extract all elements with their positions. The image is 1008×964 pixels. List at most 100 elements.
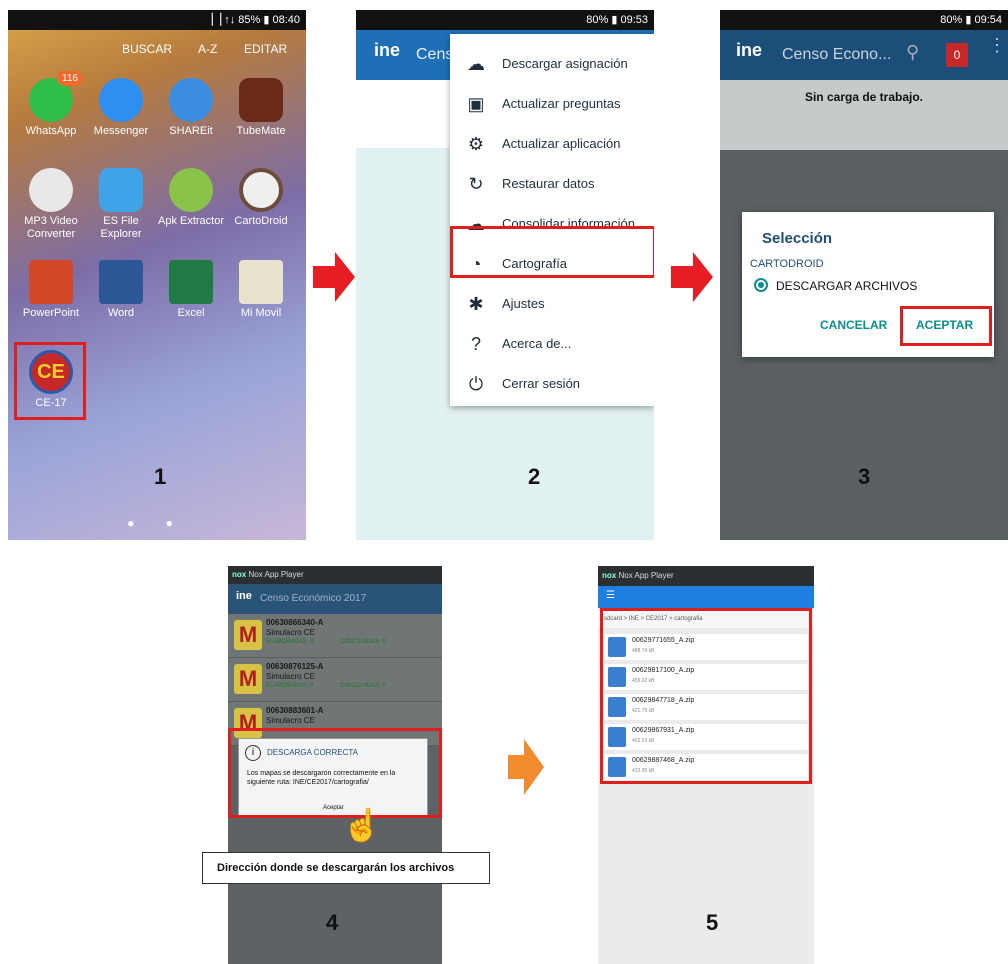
status-bar: 80% ▮ 09:53 — [356, 10, 654, 30]
step-number: 3 — [858, 464, 871, 489]
apk-extractor-icon — [169, 168, 213, 212]
tubemate-icon — [239, 78, 283, 122]
search-icon[interactable]: ⚲ — [906, 42, 919, 63]
app-messenger[interactable]: Messenger — [85, 78, 157, 138]
home-screen-panel: ▕▕ ↑↓ 85% ▮ 08:40 BUSCAR A-Z EDITAR 116 … — [8, 10, 306, 540]
arrow-right-icon — [508, 739, 544, 795]
word-icon — [99, 260, 143, 304]
dialog-subtitle: CARTODROID — [750, 258, 824, 270]
window-title: Nox App Player — [618, 571, 674, 580]
app-label: TubeMate — [236, 125, 286, 137]
menu-item-ajustes[interactable]: ✱ Ajustes — [450, 284, 654, 324]
menu-item-restaurar-datos[interactable]: ↻ Restaurar datos — [450, 164, 654, 204]
app-bar: ine Censo Económico 2017 — [228, 584, 442, 614]
step-number: 4 — [326, 910, 339, 935]
app-label: CartoDroid — [234, 215, 288, 227]
excel-icon — [169, 260, 213, 304]
app-label: Excel — [177, 307, 205, 319]
app-label: MP3 Video Converter — [24, 215, 78, 240]
app-powerpoint[interactable]: PowerPoint — [15, 260, 87, 320]
app-bar: ine Censo Econo... ⚲ 0 ⋮ — [720, 30, 1008, 80]
download-confirmation-panel: nox Nox App Player ine Censo Económico 2… — [228, 566, 442, 964]
app-mp3-converter[interactable]: MP3 Video Converter — [15, 168, 87, 241]
page-indicator-dots: ● ● — [127, 516, 187, 530]
sort-az-button[interactable]: A-Z — [198, 42, 217, 56]
pointing-hand-icon: ☝ — [342, 807, 382, 843]
search-button[interactable]: BUSCAR — [122, 42, 172, 56]
power-icon: ⏻ — [468, 374, 484, 394]
app-whatsapp[interactable]: 116 WhatsApp — [15, 71, 87, 138]
content-header: Sin carga de trabajo. — [720, 80, 1008, 150]
arrow-right-icon — [313, 252, 355, 302]
empty-message: Sin carga de trabajo. — [804, 90, 924, 104]
menu-item-actualizar-preguntas[interactable]: ▣ Actualizar preguntas — [450, 84, 654, 124]
status-bar: 80% ▮ 09:54 — [720, 10, 1008, 30]
mp3-converter-icon — [29, 168, 73, 212]
highlight-file-list — [600, 608, 812, 784]
menu-item-cerrar-sesion[interactable]: ⏻ Cerrar sesión — [450, 364, 654, 404]
list-item[interactable]: M 00630876125-A Simulacro CE ELABORADAS: … — [228, 658, 442, 702]
arrow-right-icon — [671, 252, 713, 302]
edit-button[interactable]: EDITAR — [244, 42, 287, 56]
step-number: 5 — [706, 910, 719, 935]
android-update-icon: ⚙ — [467, 134, 485, 154]
app-es-file-explorer[interactable]: ES File Explorer — [85, 168, 157, 241]
ine-logo-icon: ine — [736, 40, 763, 60]
refresh-icon: ↻ — [468, 174, 484, 194]
counter-badge[interactable]: 0 — [946, 43, 968, 67]
app-menu-panel: 80% ▮ 09:53 ine Cens ☁ Descargar asignaci… — [356, 10, 654, 540]
app-tubemate[interactable]: TubeMate — [225, 78, 297, 138]
whatsapp-icon: 116 — [29, 71, 83, 122]
app-title: Cens — [416, 46, 454, 63]
es-file-explorer-icon — [99, 168, 143, 212]
census-logo-icon: M — [234, 620, 262, 650]
window-title: Nox App Player — [248, 570, 304, 579]
shareit-icon — [169, 78, 213, 122]
mi-movil-icon — [239, 260, 283, 304]
menu-item-actualizar-aplicacion[interactable]: ⚙ Actualizar aplicación — [450, 124, 654, 164]
app-label: Messenger — [93, 125, 149, 137]
app-excel[interactable]: Excel — [155, 260, 227, 320]
highlight-cartografia — [450, 226, 654, 278]
powerpoint-icon — [29, 260, 73, 304]
highlight-download-dialog — [228, 728, 442, 818]
selection-dialog-panel: 80% ▮ 09:54 ine Censo Econo... ⚲ 0 ⋮ Sin… — [720, 10, 1008, 540]
path-caption: Dirección donde se descargarán los archi… — [202, 852, 490, 884]
app-word[interactable]: Word — [85, 260, 157, 320]
step-number: 1 — [154, 464, 167, 489]
settings-icon: ✱ — [468, 294, 484, 314]
hamburger-menu-icon[interactable]: ☰ — [606, 590, 615, 601]
cancel-button[interactable]: CANCELAR — [820, 318, 887, 332]
highlight-ce17-app — [14, 342, 86, 420]
step-number: 2 — [528, 464, 541, 489]
radio-selected-icon[interactable] — [754, 278, 768, 292]
clipboard-icon: ▣ — [467, 94, 485, 114]
ine-logo-icon: ine — [374, 40, 401, 60]
app-label: Mi Movil — [240, 307, 282, 319]
cartodroid-icon — [239, 168, 283, 212]
menu-item-descargar-asignacion[interactable]: ☁ Descargar asignación — [450, 44, 654, 84]
app-mi-movil[interactable]: Mi Movil — [225, 260, 297, 320]
file-explorer-panel: nox Nox App Player ☰ sdcard > INE > CE20… — [598, 566, 814, 964]
dialog-title: Selección — [762, 230, 833, 247]
app-label: SHAREit — [169, 125, 213, 137]
menu-item-acerca-de[interactable]: ? Acerca de... — [450, 324, 654, 364]
app-label: ES File Explorer — [100, 215, 142, 240]
cloud-download-icon: ☁ — [467, 54, 485, 74]
app-title: Censo Econo... — [782, 46, 892, 63]
app-cartodroid[interactable]: CartoDroid — [225, 168, 297, 228]
more-vert-icon[interactable]: ⋮ — [988, 36, 1006, 54]
messenger-icon — [99, 78, 143, 122]
app-apk-extractor[interactable]: Apk Extractor — [155, 168, 227, 228]
window-titlebar: nox Nox App Player — [228, 566, 442, 584]
app-bar: ☰ — [598, 586, 814, 608]
help-icon: ? — [470, 334, 481, 354]
app-label: PowerPoint — [22, 307, 80, 319]
list-item[interactable]: M 00630866340-A Simulacro CE ELABORADAS: … — [228, 614, 442, 658]
option-label: DESCARGAR ARCHIVOS — [776, 279, 918, 293]
app-label: WhatsApp — [25, 125, 77, 137]
window-titlebar: nox Nox App Player — [598, 566, 814, 586]
app-shareit[interactable]: SHAREit — [155, 78, 227, 138]
census-logo-icon: M — [234, 664, 262, 694]
status-bar: ▕▕ ↑↓ 85% ▮ 08:40 — [8, 10, 306, 30]
